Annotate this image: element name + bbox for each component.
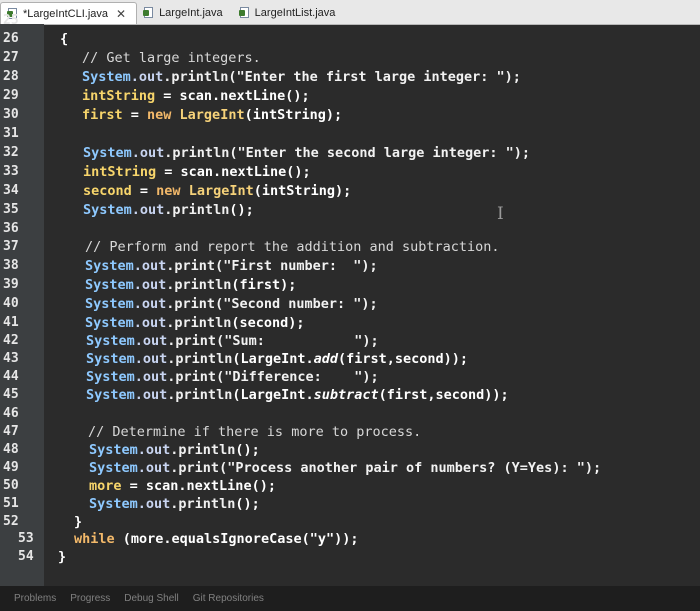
tab-largeint[interactable]: LargeInt.java	[137, 2, 233, 24]
code-line-34[interactable]: second = new LargeInt(intString);	[83, 182, 351, 200]
line-number: 53	[18, 531, 34, 546]
tab-largeintcli[interactable]: *LargeIntCLI.java ✕	[0, 2, 138, 24]
tab-label: LargeInt.java	[159, 7, 223, 19]
line-number: 29	[3, 88, 19, 103]
code-line-50[interactable]: more = scan.nextLine();	[89, 477, 276, 495]
java-file-icon	[238, 7, 251, 19]
code-line-40[interactable]: System.out.print("Second number: ");	[85, 295, 378, 313]
line-number: 47	[3, 424, 19, 439]
code-line-29[interactable]: intString = scan.nextLine();	[82, 87, 310, 105]
tab-label: LargeIntList.java	[254, 7, 336, 19]
tab-git-repositories[interactable]: Git Repositories	[193, 593, 264, 604]
line-number: 30	[3, 107, 19, 122]
line-number: 32	[3, 145, 19, 160]
line-number: 44	[3, 369, 19, 384]
code-line-44[interactable]: System.out.print("Difference: ");	[86, 368, 379, 386]
code-line-47[interactable]: // Determine if there is more to process…	[88, 423, 421, 441]
code-line-35[interactable]: System.out.println();	[83, 201, 254, 219]
tab-largeintlist[interactable]: LargeIntList.java	[233, 2, 346, 24]
code-line-38[interactable]: System.out.print("First number: ");	[85, 257, 378, 275]
line-number: 41	[3, 315, 19, 330]
code-line-49[interactable]: System.out.print("Process another pair o…	[89, 459, 601, 477]
code-line-30[interactable]: first = new LargeInt(intString);	[82, 106, 342, 124]
code-line-33[interactable]: intString = scan.nextLine();	[83, 163, 311, 181]
editor-window: *LargeIntCLI.java ✕ LargeInt.java LargeI…	[0, 0, 700, 611]
line-number: 37	[3, 239, 19, 254]
line-number: 42	[3, 333, 19, 348]
code-line-54[interactable]: }	[58, 548, 66, 566]
bottom-panel-tabs: Problems Progress Debug Shell Git Reposi…	[0, 586, 700, 611]
code-line-43[interactable]: System.out.println(LargeInt.add(first,se…	[86, 350, 468, 368]
code-line-51[interactable]: System.out.println();	[89, 495, 260, 513]
code-line-37[interactable]: // Perform and report the addition and s…	[85, 238, 500, 256]
code-line-26[interactable]: {	[60, 30, 68, 48]
code-line-45[interactable]: System.out.println(LargeInt.subtract(fir…	[86, 386, 509, 404]
tab-problems[interactable]: Problems	[14, 593, 56, 604]
code-editor[interactable]: 25 26 27 28 29 30 31 32 33 34 35 36 37 38 39 40 41 42 43 44…	[0, 13, 700, 586]
line-number: 49	[3, 460, 19, 475]
line-number: 46	[3, 406, 19, 421]
line-number: 26	[3, 31, 19, 46]
line-number: 33	[3, 164, 19, 179]
code-line-41[interactable]: System.out.println(second);	[85, 314, 304, 332]
line-number: 38	[3, 258, 19, 273]
line-number: 31	[3, 126, 19, 141]
tab-label: *LargeIntCLI.java	[23, 7, 108, 20]
line-number: 48	[3, 442, 19, 457]
java-file-icon	[143, 7, 155, 19]
line-number: 39	[3, 277, 19, 292]
code-line-48[interactable]: System.out.println();	[89, 441, 260, 459]
code-line-42[interactable]: System.out.print("Sum: ");	[86, 332, 379, 350]
code-line-52[interactable]: }	[74, 513, 82, 531]
line-number: 45	[3, 387, 19, 402]
line-number: 28	[3, 69, 19, 84]
code-line-32[interactable]: System.out.println("Enter the second lar…	[83, 144, 530, 162]
line-number: 25	[3, 13, 19, 28]
editor-tab-bar: *LargeIntCLI.java ✕ LargeInt.java LargeI…	[0, 0, 700, 25]
line-number: 36	[3, 221, 19, 236]
line-number: 40	[3, 296, 19, 311]
line-number: 50	[3, 478, 19, 493]
line-number: 51	[3, 496, 19, 511]
code-line-53[interactable]: while (more.equalsIgnoreCase("y"));	[74, 530, 358, 548]
line-number: 54	[18, 549, 34, 564]
tab-debug-shell[interactable]: Debug Shell	[124, 593, 178, 604]
line-number: 35	[3, 202, 19, 217]
line-number: 52	[3, 514, 19, 529]
line-number: 43	[3, 351, 19, 366]
code-line-28[interactable]: System.out.println("Enter the first larg…	[82, 68, 521, 86]
line-number: 27	[3, 50, 19, 65]
code-line-27[interactable]: // Get large integers.	[82, 49, 261, 67]
line-number: 34	[3, 183, 19, 198]
code-line-39[interactable]: System.out.println(first);	[85, 276, 296, 294]
text-cursor-icon: I	[497, 204, 504, 224]
close-icon[interactable]: ✕	[116, 7, 126, 21]
tab-progress[interactable]: Progress	[70, 593, 110, 604]
